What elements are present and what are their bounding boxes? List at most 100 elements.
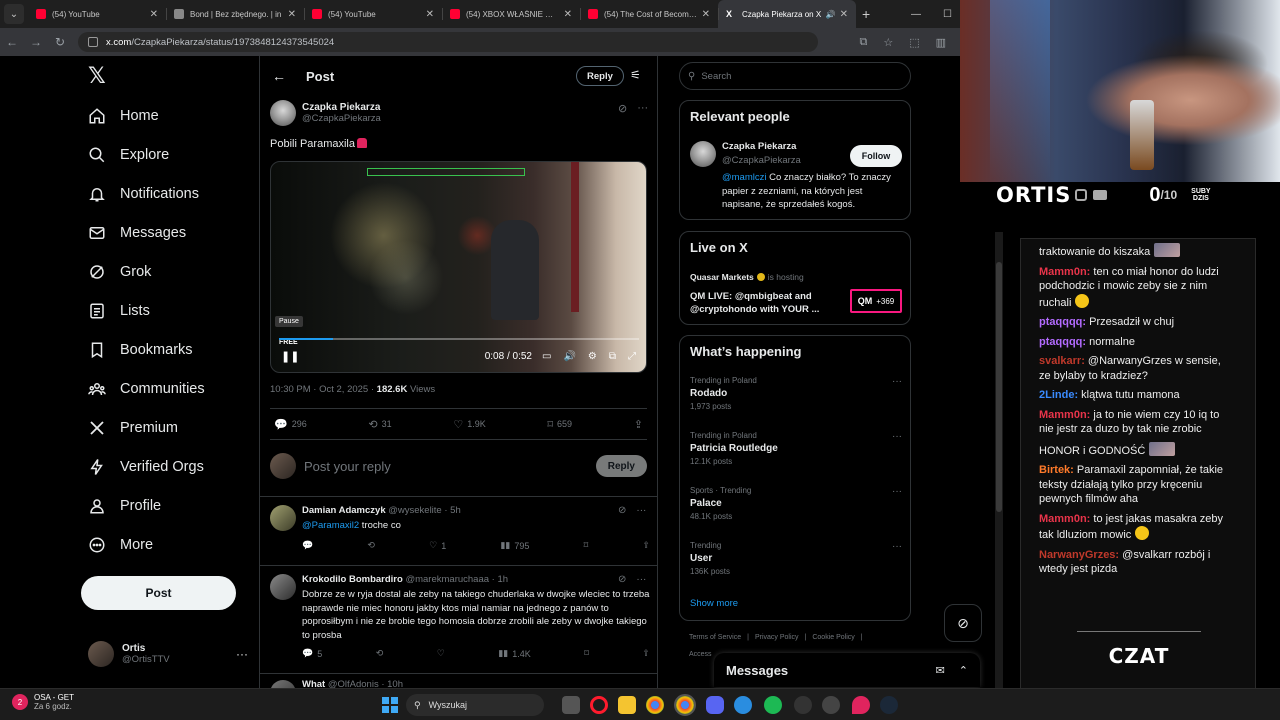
mention-link[interactable]: @Paramaxil2 bbox=[302, 520, 359, 531]
page-scrollbar[interactable] bbox=[995, 232, 1003, 688]
share-icon[interactable]: ⇪ bbox=[642, 540, 650, 551]
close-icon[interactable]: ✕ bbox=[840, 9, 848, 20]
x-logo-icon[interactable]: 𝕏 bbox=[88, 64, 106, 89]
reply-action[interactable]: 💬 296 bbox=[274, 418, 307, 431]
bookmark-icon[interactable]: ⌑ bbox=[584, 540, 589, 551]
more-dots-icon[interactable]: ··· bbox=[637, 102, 648, 115]
nav-bookmarks[interactable]: Bookmarks bbox=[88, 335, 193, 365]
chat-username[interactable]: NarwanyGrzes: bbox=[1039, 549, 1119, 561]
steam-icon[interactable] bbox=[880, 696, 898, 714]
post-button[interactable]: Post bbox=[81, 576, 236, 610]
close-icon[interactable]: ✕ bbox=[288, 9, 296, 20]
browser-tab-active[interactable]: X Czapka Piekarza on X 🔊 ✕ bbox=[718, 0, 856, 28]
expand-icon[interactable]: ⌃ bbox=[959, 664, 968, 677]
show-more-link[interactable]: Show more bbox=[690, 598, 738, 609]
reply-item[interactable]: Krokodilo Bombardiro @marekmaruchaaa · 1… bbox=[260, 565, 657, 669]
new-tab-icon[interactable]: + bbox=[862, 6, 870, 22]
nav-notifications[interactable]: Notifications bbox=[88, 179, 199, 209]
reply-icon[interactable]: 💬 bbox=[302, 540, 313, 551]
spotify-icon[interactable] bbox=[764, 696, 782, 714]
footer-link[interactable]: Cookie Policy bbox=[812, 634, 854, 641]
views-action[interactable]: ▮▮ 795 bbox=[500, 540, 529, 551]
url-field[interactable]: x.com/CzapkaPiekarza/status/197384812437… bbox=[78, 32, 818, 52]
maximize-icon[interactable]: ☐ bbox=[943, 9, 952, 20]
app-icon[interactable] bbox=[794, 696, 812, 714]
trend-item[interactable]: Trending in Poland Patricia Routledge 12… bbox=[690, 431, 902, 466]
task-view-icon[interactable] bbox=[562, 696, 580, 714]
opera-icon[interactable] bbox=[590, 696, 608, 714]
close-icon[interactable]: ✕ bbox=[150, 9, 158, 20]
settings-sliders-icon[interactable]: ⚟ bbox=[630, 68, 641, 82]
discord-icon[interactable] bbox=[706, 696, 724, 714]
repost-action[interactable]: ⟲ 31 bbox=[368, 418, 391, 431]
post-timestamp[interactable]: 10:30 PM · Oct 2, 2025 · bbox=[270, 384, 377, 395]
maps-pin-icon[interactable] bbox=[852, 696, 870, 714]
chrome-active-icon[interactable] bbox=[674, 694, 696, 716]
forward-icon[interactable]: → bbox=[24, 35, 48, 49]
captions-icon[interactable]: ▭ bbox=[542, 351, 551, 362]
like-action[interactable]: ♡ 1 bbox=[429, 540, 446, 551]
search-input[interactable]: ⚲ Search bbox=[679, 62, 911, 90]
avatar[interactable] bbox=[270, 100, 296, 126]
avatar[interactable] bbox=[270, 574, 296, 600]
taskbar-search[interactable]: ⚲ Wyszukaj bbox=[406, 694, 544, 716]
nav-more[interactable]: More bbox=[88, 530, 153, 560]
windows-start-icon[interactable] bbox=[382, 697, 398, 713]
tab-search-icon[interactable]: ⌄ bbox=[4, 4, 24, 24]
video-seek-bar[interactable] bbox=[279, 338, 639, 340]
volume-icon[interactable]: 🔊 bbox=[563, 351, 575, 362]
reply-action[interactable]: 💬 5 bbox=[302, 648, 322, 659]
star-icon[interactable]: ☆ bbox=[883, 36, 893, 49]
nav-grok[interactable]: Grok bbox=[88, 257, 151, 287]
site-info-icon[interactable] bbox=[88, 37, 98, 47]
footer-link[interactable]: Access bbox=[689, 651, 712, 658]
reload-icon[interactable]: ↻ bbox=[48, 35, 72, 49]
mention-link[interactable]: @mamlczi bbox=[722, 172, 766, 183]
chat-username[interactable]: ptaqqqq: bbox=[1039, 336, 1086, 348]
sidepanel-icon[interactable]: ▥ bbox=[936, 36, 946, 49]
nav-verified-orgs[interactable]: Verified Orgs bbox=[88, 452, 204, 482]
more-dots-icon[interactable]: ··· bbox=[236, 647, 248, 661]
like-action[interactable]: ♡ 1.9K bbox=[453, 418, 485, 431]
nav-profile[interactable]: Profile bbox=[88, 491, 161, 521]
close-icon[interactable]: ✕ bbox=[564, 9, 572, 20]
nav-lists[interactable]: Lists bbox=[88, 296, 150, 326]
reply-item[interactable]: What @OlfAdonis · 10h bbox=[260, 673, 657, 688]
pip-icon[interactable]: ⧉ bbox=[609, 351, 616, 362]
install-icon[interactable]: ⧉ bbox=[859, 36, 867, 49]
bookmark-action[interactable]: ⌑ 659 bbox=[547, 418, 572, 431]
extensions-icon[interactable]: ⬚ bbox=[909, 36, 919, 49]
live-title[interactable]: QM LIVE: @qmbigbeat and @cryptohondo wit… bbox=[690, 290, 840, 316]
grok-icon[interactable]: ⊘ bbox=[618, 102, 627, 115]
reply-button-header[interactable]: Reply bbox=[576, 66, 624, 86]
browser-tab[interactable]: (54) YouTube ✕ bbox=[28, 0, 166, 28]
more-dots-icon[interactable]: ··· bbox=[636, 574, 646, 585]
video-player[interactable]: Pause FREE ❚❚ 0:08 / 0:52 ▭ 🔊 ⚙ ⧉ ⤢ bbox=[270, 161, 647, 373]
nav-home[interactable]: Home bbox=[88, 101, 159, 131]
bookmark-icon[interactable]: ⌑ bbox=[584, 648, 589, 659]
chat-username[interactable]: Mamm0n: bbox=[1039, 513, 1090, 525]
heart-icon[interactable]: ♡ bbox=[437, 648, 445, 659]
nav-premium[interactable]: Premium bbox=[88, 413, 178, 443]
reply-author[interactable]: Damian Adamczyk bbox=[302, 505, 386, 516]
fullscreen-icon[interactable]: ⤢ bbox=[628, 351, 636, 362]
account-switcher[interactable]: Ortis @OrtisTTV ··· bbox=[88, 640, 248, 668]
back-icon[interactable]: ← bbox=[0, 35, 24, 49]
reply-handle[interactable]: @OlfAdonis · 10h bbox=[328, 679, 403, 688]
speaker-icon[interactable]: 🔊 bbox=[826, 10, 836, 19]
avatar[interactable] bbox=[270, 505, 296, 531]
author-handle[interactable]: @CzapkaPiekarza bbox=[302, 113, 381, 124]
reply-item[interactable]: Damian Adamczyk @wysekelite · 5h ⊘ ··· @P… bbox=[260, 496, 657, 556]
chat-username[interactable]: Birtek: bbox=[1039, 464, 1074, 476]
nav-explore[interactable]: Explore bbox=[88, 140, 169, 170]
trend-item[interactable]: Trending in Poland Rodado 1,973 posts ··… bbox=[690, 376, 902, 411]
chrome-icon[interactable] bbox=[646, 696, 664, 714]
chat-username[interactable]: 2Linde: bbox=[1039, 389, 1078, 401]
avatar[interactable] bbox=[690, 141, 716, 167]
close-icon[interactable]: ✕ bbox=[426, 9, 434, 20]
new-message-icon[interactable]: ✉ bbox=[936, 664, 945, 677]
live-host[interactable]: Quasar Markets is hosting bbox=[690, 272, 804, 282]
live-listeners-badge[interactable]: QM +369 bbox=[850, 289, 902, 313]
repost-icon[interactable]: ⟲ bbox=[376, 648, 384, 659]
close-icon[interactable]: ✕ bbox=[702, 9, 710, 20]
